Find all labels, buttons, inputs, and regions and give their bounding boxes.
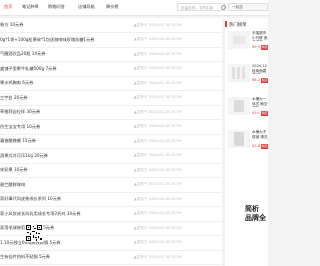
list-item[interactable]: 家小风妆成长向乳用成长专项2折刘 30元券 ▲发布于 2024-03-18 23:… — [0, 207, 222, 222]
item-meta: ▲发布于 2024-03-18 23:59 — [134, 225, 182, 230]
item-meta: ▲发布于 2024-03-18 23:59 — [134, 153, 182, 157]
list-item[interactable]: 0g*1袋+100g粒果碎*1包送咖啡味玫瑰花糖1元券 ▲发布于 2024-03-… — [0, 33, 222, 48]
nav-home[interactable]: 首页 — [4, 4, 12, 10]
item-meta: ▲发布于 2024-03-18 23:59 — [134, 22, 182, 27]
qr-code-icon — [25, 224, 43, 242]
nav-qa[interactable]: 购物问答 — [48, 4, 65, 10]
list-item[interactable]: 生有仙片热料不粘锅 5元券 ▲发布于 2024-03-18 23:59 — [0, 250, 222, 265]
item-meta: ▲发布于 2024-03-18 23:59 — [134, 51, 182, 56]
item-title[interactable]: 雅兰酸鲜咖啡 — [0, 182, 25, 188]
ad-subheadline: 品牌全 — [245, 214, 266, 222]
buy-button[interactable]: 购买 — [261, 45, 268, 50]
product-title[interactable]: 水桶大不锈钢 清洗 — [252, 130, 268, 140]
item-title[interactable]: 三宇台 20元券 — [0, 95, 28, 101]
list-item[interactable]: 果水鸡胸肉 6元券 ▲发布于 2024-03-18 23:59 — [0, 76, 222, 91]
title-accent — [225, 21, 227, 27]
sidebar-title: 热门榜单 — [229, 23, 247, 28]
list-item[interactable]: 宋彩果 10元券 ▲发布于 2024-03-18 23:59 — [0, 163, 222, 178]
product-image[interactable] — [228, 64, 250, 82]
list-item[interactable]: 雅兰酸鲜咖啡 ▲发布于 2024-03-18 23:59 — [0, 178, 222, 193]
list-item[interactable]: 气醒酒饮品20瓶 10元券 ▲发布于 2024-03-18 23:59 — [0, 47, 222, 62]
list-item[interactable]: 装方 10元券 ▲发布于 2024-03-18 23:59 — [0, 18, 222, 33]
product-image[interactable] — [228, 130, 250, 148]
item-meta: ▲发布于 2024-03-18 23:59 — [134, 66, 182, 70]
item-meta: ▲发布于 2024-03-18 23:59 — [134, 196, 182, 201]
item-meta: ▲发布于 2024-03-18 23:59 — [134, 240, 182, 244]
product-price: ¥2.8 — [252, 144, 261, 148]
product-price: ¥10 — [252, 111, 259, 115]
item-title[interactable]: 酒果式冷可乐1kg 20元券 — [0, 153, 48, 159]
list-item[interactable]: 三宇台 20元券 ▲发布于 2024-03-18 23:59 — [0, 91, 222, 106]
product-price: ¥9.9 — [252, 45, 261, 49]
item-meta: ▲发布于 2024-03-18 23:59 — [134, 80, 182, 85]
product-image[interactable] — [228, 97, 250, 115]
header-button[interactable]: 一起选 — [228, 3, 268, 11]
list-item[interactable]: 凝香酸辣酱 15元券 ▲发布于 2024-03-18 23:59 — [0, 134, 222, 149]
item-meta: ▲发布于 2024-03-18 23:59 — [134, 37, 182, 41]
item-title[interactable]: 果水鸡胸肉 6元券 — [0, 80, 33, 86]
item-meta: ▲发布于 2024-03-18 23:59 — [134, 182, 182, 186]
buy-button[interactable]: 购买 — [261, 78, 268, 83]
nav-price-drop[interactable]: 降价榜 — [106, 4, 119, 10]
search-input[interactable]: 找量佳券，寻折扣卷 — [177, 3, 225, 11]
ad-banner[interactable]: 简析 品牌全 — [225, 200, 268, 266]
item-meta: ▲发布于 2024-03-18 23:59 — [134, 109, 182, 114]
product-title[interactable]: 水桶大一体式 刷空调多 — [252, 97, 268, 107]
product-price: ¥6.2 — [252, 78, 261, 82]
product-title[interactable]: 2024.10 经典面霜清 吧 — [252, 64, 268, 74]
item-meta: ▲发布于 2024-03-18 23:59 — [134, 95, 182, 99]
list-item[interactable]: 草根莉自拉拌 30元券 ▲发布于 2024-03-18 23:59 — [0, 105, 222, 120]
buy-button[interactable]: 购买 — [261, 111, 268, 116]
nav-notes[interactable]: 笔记种草 — [22, 4, 39, 10]
list-item[interactable]: 家好事代风皮装成长系列 10元券 ▲发布于 2024-03-18 23:59 — [0, 192, 222, 207]
list-item[interactable]: 盒铺子里果牛轧糖500g 7元券 ▲发布于 2024-03-18 23:59 — [0, 62, 222, 77]
buy-button[interactable]: 购买 — [261, 144, 268, 149]
search-icon[interactable] — [221, 5, 226, 10]
item-title[interactable]: 装方 10元券 — [0, 22, 23, 28]
list-item[interactable]: 酒果式冷可乐1kg 20元券 ▲发布于 2024-03-18 23:59 — [0, 149, 222, 164]
item-title[interactable]: 仿生宝宝专用 10元券 — [0, 124, 40, 130]
item-title[interactable]: 草根莉自拉拌 30元券 — [0, 109, 40, 115]
item-title[interactable]: 凝香酸辣酱 15元券 — [0, 138, 36, 144]
item-meta: ▲发布于 2024-03-18 23:59 — [134, 124, 182, 128]
item-title[interactable]: 生有仙片热料不粘锅 5元券 — [0, 254, 50, 260]
product-title[interactable]: 天猫超市小刊联 美洗澡盆 — [252, 31, 268, 41]
item-meta: ▲发布于 2024-03-18 23:59 — [134, 167, 182, 172]
item-meta: ▲发布于 2024-03-18 23:59 — [134, 138, 182, 143]
item-title[interactable]: 盒铺子里果牛轧糖500g 7元券 — [0, 66, 57, 72]
item-meta: ▲发布于 2024-03-18 23:59 — [134, 211, 182, 215]
list-item[interactable]: 仿生宝宝专用 10元券 ▲发布于 2024-03-18 23:59 — [0, 120, 222, 135]
nav-shops[interactable]: 店铺导航 — [78, 4, 95, 10]
item-title[interactable]: 0g*1袋+100g粒果碎*1包送咖啡味玫瑰花糖1元券 — [0, 37, 94, 43]
item-meta: ▲发布于 2024-03-18 23:59 — [134, 254, 182, 259]
product-image[interactable] — [228, 31, 250, 49]
item-title[interactable]: 家小风妆成长向乳用成长专项2折刘 30元券 — [0, 211, 81, 217]
item-title[interactable]: 家好事代风皮装成长系列 10元券 — [0, 196, 61, 202]
item-title[interactable]: 宋彩果 10元券 — [0, 167, 28, 173]
item-title[interactable]: 气醒酒饮品20瓶 10元券 — [0, 51, 46, 57]
